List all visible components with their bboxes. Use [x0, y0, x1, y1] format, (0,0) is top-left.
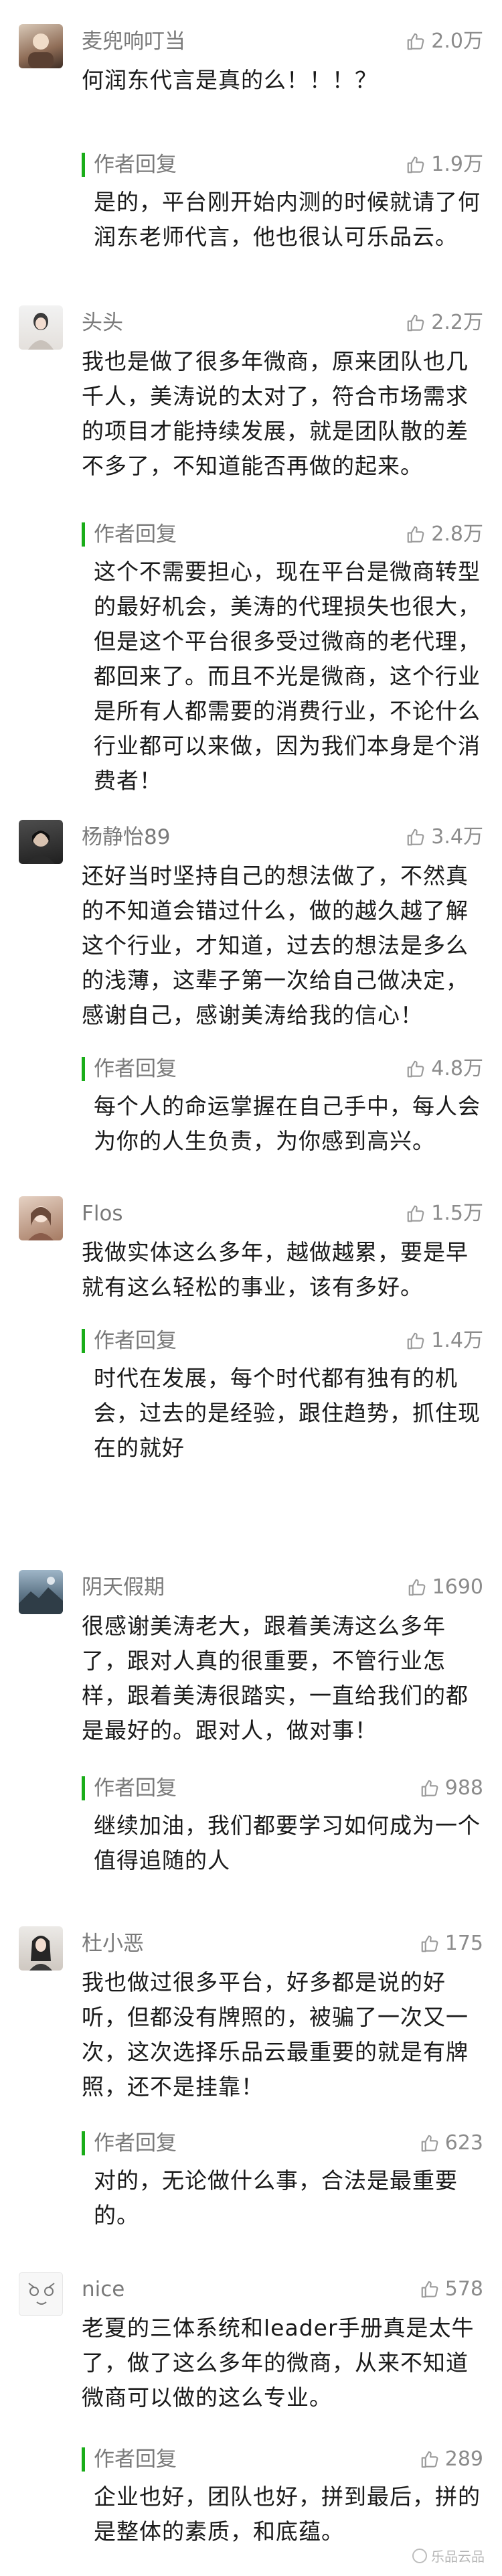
thumbs-up-icon [407, 156, 424, 173]
thumbs-up-icon [421, 2451, 438, 2468]
comment-text: 我也是做了很多年微商，原来团队也几千人，美涛说的太对了，符合市场需求的项目才能持… [82, 348, 469, 479]
reply-text: 对的，无论做什么事，合法是最重要的。 [94, 2167, 458, 2228]
comment-text: 老夏的三体系统和leader手册真是太牛了，做了这么多年的微商，从来不知道微商可… [82, 2315, 475, 2411]
reply-accent-bar [82, 522, 85, 547]
reply-label: 作者回复 [94, 2131, 177, 2155]
reply-text: 是的，平台刚开始内测的时候就请了何润东老师代言，他也很认可乐品云。 [94, 189, 481, 250]
thumbs-up-icon [407, 1205, 424, 1222]
reply-label: 作者回复 [94, 153, 177, 177]
comment-text: 还好当时坚持自己的想法做了，不然真的不知道会错过什么，做的越久越了解这个行业，才… [82, 863, 469, 1028]
thumbs-up-icon [421, 1935, 438, 1952]
reply-accent-bar [82, 1329, 85, 1353]
like-count: 623 [444, 2131, 483, 2155]
like-button[interactable]: 289 [420, 2446, 483, 2473]
like-button[interactable]: 2.0万 [406, 28, 483, 55]
watermark-text: 乐品云品 [431, 2549, 485, 2565]
comment-text: 很感谢美涛老大，跟着美涛这么多年了，跟对人真的很重要，不管行业怎样，跟着美涛很踏… [82, 1613, 469, 1743]
comment-username[interactable]: 阴天假期 [82, 1574, 165, 1601]
watermark: 乐品云品 [412, 2546, 485, 2565]
reply-label: 作者回复 [94, 1329, 177, 1353]
like-button[interactable]: 175 [420, 1930, 483, 1957]
comment-username[interactable]: 杜小恶 [82, 1930, 144, 1957]
thumbs-up-icon [421, 2135, 438, 2152]
thumbs-up-icon [407, 829, 424, 846]
reply-text: 继续加油，我们都要学习如何成为一个值得追随的人 [94, 1812, 481, 1873]
like-count: 4.8万 [431, 1057, 483, 1080]
like-count: 988 [444, 1776, 483, 1800]
thumbs-up-icon [407, 526, 424, 543]
comment-text: 我做实体这么多年，越做越累，要是早就有这么轻松的事业，该有多好。 [82, 1239, 469, 1300]
reply-text: 这个不需要担心，现在平台是微商转型的最好机会，美涛的代理损失也很大，但是这个平台… [94, 559, 481, 794]
comment-text: 何润东代言是真的么！！！？ [82, 67, 378, 93]
like-count: 2.8万 [431, 522, 483, 546]
like-button[interactable]: 3.4万 [406, 824, 483, 851]
comment-username[interactable]: Flos [82, 1200, 123, 1227]
avatar[interactable] [19, 1926, 63, 1971]
thumbs-up-icon [408, 1579, 426, 1596]
like-count: 2.0万 [431, 29, 483, 53]
avatar[interactable] [19, 820, 63, 864]
reply-label: 作者回复 [94, 2447, 177, 2472]
reply-accent-bar [82, 2447, 85, 2472]
like-button[interactable]: 2.8万 [406, 521, 483, 548]
reply-accent-bar [82, 153, 85, 177]
reply-text: 企业也好，团队也好，拼到最后，拼的是整体的素质，和底蕴。 [94, 2484, 481, 2545]
reply-accent-bar [82, 1057, 85, 1081]
like-button[interactable]: 2.2万 [406, 309, 483, 336]
thumbs-up-icon [407, 1060, 424, 1078]
like-button[interactable]: 1.9万 [406, 151, 483, 178]
comment-username[interactable]: 麦兜响叮当 [82, 28, 185, 55]
like-button[interactable]: 4.8万 [406, 1056, 483, 1082]
avatar[interactable] [19, 1570, 63, 1614]
comment-username[interactable]: nice [82, 2276, 124, 2303]
reply-text: 时代在发展，每个时代都有独有的机会，过去的是经验，跟住趋势，抓住现在的就好 [94, 1365, 481, 1461]
like-count: 1690 [432, 1575, 483, 1599]
reply-accent-bar [82, 2131, 85, 2155]
like-count: 2.2万 [431, 311, 483, 334]
like-count: 1.4万 [431, 1329, 483, 1352]
thumbs-up-icon [421, 2281, 438, 2298]
reply-text: 每个人的命运掌握在自己手中，每人会为你的人生负责，为你感到高兴。 [94, 1093, 481, 1154]
reply-accent-bar [82, 1776, 85, 1800]
like-button[interactable]: 1690 [407, 1574, 483, 1601]
thumbs-up-icon [407, 33, 424, 50]
like-count: 289 [444, 2447, 483, 2471]
comment-text: 我也做过很多平台，好多都是说的好听，但都没有牌照的，被骗了一次又一次，这次选择乐… [82, 1969, 469, 2100]
avatar[interactable] [19, 2272, 63, 2316]
reply-label: 作者回复 [94, 1057, 177, 1081]
like-button[interactable]: 1.5万 [406, 1200, 483, 1227]
like-button[interactable]: 988 [420, 1775, 483, 1802]
like-count: 175 [444, 1932, 483, 1955]
thumbs-up-icon [407, 314, 424, 332]
reply-label: 作者回复 [94, 522, 177, 547]
like-count: 1.5万 [431, 1202, 483, 1225]
watermark-logo-icon [412, 2548, 427, 2563]
like-count: 578 [444, 2277, 483, 2301]
avatar[interactable] [19, 305, 63, 350]
thumbs-up-icon [421, 1780, 438, 1797]
avatar[interactable] [19, 1196, 63, 1240]
like-button[interactable]: 1.4万 [406, 1328, 483, 1354]
like-button[interactable]: 578 [420, 2276, 483, 2303]
like-count: 3.4万 [431, 825, 483, 849]
comments-page: 麦兜响叮当 2.0万 何润东代言是真的么！！！？ 作者回复 1.9万 是的，平台… [0, 0, 502, 2576]
comment-username[interactable]: 杨静怡89 [82, 824, 170, 851]
thumbs-up-icon [407, 1332, 424, 1350]
comment-username[interactable]: 头头 [82, 309, 123, 336]
reply-label: 作者回复 [94, 1776, 177, 1800]
like-button[interactable]: 623 [420, 2130, 483, 2157]
like-count: 1.9万 [431, 153, 483, 176]
avatar[interactable] [19, 24, 63, 68]
